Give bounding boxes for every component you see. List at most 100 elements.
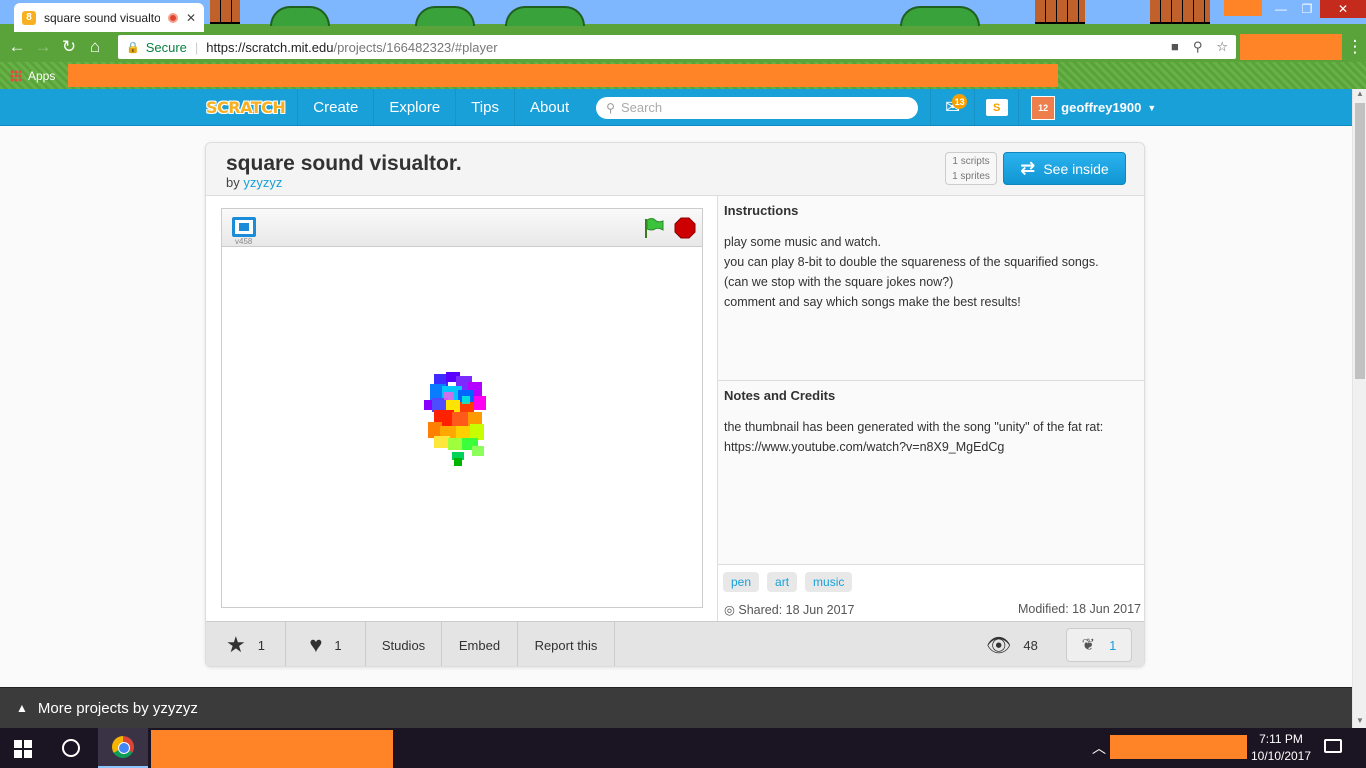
taskbar-chrome[interactable] — [98, 728, 148, 768]
green-flag-icon[interactable] — [642, 217, 664, 239]
menu-icon[interactable]: ⋮ — [1342, 34, 1366, 60]
see-inside-button[interactable]: ⇄ See inside — [1003, 152, 1126, 185]
scratch-logo[interactable]: SCRATCH — [200, 98, 297, 117]
chrome-icon — [112, 736, 134, 758]
my-stuff-button[interactable]: S — [974, 89, 1018, 126]
scroll-down-icon[interactable]: ▼ — [1353, 716, 1366, 728]
project-card: square sound visualtor. by yzyzyz 1 scri… — [205, 142, 1145, 667]
remix-tree-button[interactable]: ❦ 1 — [1066, 628, 1132, 662]
project-notes: Instructions play some music and watch. … — [717, 196, 1144, 621]
window-close-icon[interactable]: ✕ — [1320, 0, 1366, 18]
modified-date: Modified: 18 Jun 2017 — [1017, 602, 1141, 616]
user-menu[interactable]: 12 geoffrey1900 ▼ — [1018, 89, 1168, 126]
fullscreen-icon[interactable] — [232, 217, 256, 237]
tab-close-icon[interactable]: ✕ — [186, 11, 196, 25]
see-inside-label: See inside — [1043, 160, 1109, 177]
studios-button[interactable]: Studios — [366, 621, 442, 666]
scroll-thumb[interactable] — [1355, 103, 1365, 379]
folder-icon: S — [985, 99, 1008, 116]
secure-label: Secure — [145, 39, 187, 55]
address-bar-icons: ■ ⚲ ☆ — [1171, 39, 1228, 55]
url-separator: | — [194, 39, 199, 55]
star-icon: ★ — [226, 632, 246, 657]
url-text: https://scratch.mit.edu/projects/1664823… — [206, 39, 498, 55]
project-title: square sound visualtor. — [226, 152, 462, 175]
recording-icon — [167, 12, 178, 23]
username: geoffrey1900 — [1061, 100, 1142, 115]
apps-grid-icon — [10, 69, 22, 82]
avatar: 12 — [1031, 95, 1056, 120]
heart-icon: ♥ — [309, 632, 323, 657]
page-scrollbar[interactable]: ▲ ▼ — [1352, 89, 1366, 728]
decor-brick — [1150, 0, 1210, 24]
minimize-icon[interactable]: — — [1268, 0, 1294, 18]
player-version: v458 — [235, 237, 253, 246]
views-stat: 👁 48 — [986, 622, 1038, 666]
notes-credits-section: Notes and Credits the thumbnail has been… — [718, 381, 1144, 565]
cortana-icon[interactable] — [62, 739, 80, 757]
tree-icon: ❦ — [1081, 637, 1096, 654]
project-byline: by yzyzyz — [226, 175, 283, 190]
windows-start-icon[interactable] — [14, 740, 32, 758]
remix-count: 1 — [1109, 637, 1117, 653]
decor-hill — [415, 6, 475, 26]
decor-hill — [505, 6, 585, 26]
project-stats-bar: ★ 1 ♥ 1 Studios Embed Report this 👁 48 ❦… — [206, 621, 1144, 666]
nav-tips[interactable]: Tips — [455, 89, 514, 126]
favorite-button[interactable]: ★ 1 — [206, 621, 286, 666]
instructions-line: you can play 8-bit to double the squaren… — [724, 255, 1099, 269]
triangle-up-icon: ▲ — [16, 701, 28, 715]
messages-button[interactable]: ✉ 13 — [930, 89, 974, 126]
messages-badge: 13 — [952, 94, 968, 109]
search-placeholder: Search — [620, 100, 663, 115]
author-link[interactable]: yzyzyz — [243, 175, 282, 190]
love-count: 1 — [334, 637, 342, 653]
shared-date: ◎ Shared: 18 Jun 2017 — [724, 603, 855, 617]
nav-about[interactable]: About — [513, 89, 584, 126]
camera-icon[interactable]: ■ — [1171, 39, 1179, 55]
share-icon: ◎ — [724, 603, 739, 617]
more-projects-bar[interactable]: ▲ More projects by yzyzyz — [0, 687, 1352, 728]
project-header: square sound visualtor. by yzyzyz 1 scri… — [206, 143, 1144, 196]
address-bar[interactable]: 🔒 Secure | https://scratch.mit.edu/proje… — [118, 35, 1236, 59]
extension-icon[interactable]: ⚲ — [1193, 39, 1203, 55]
eye-icon: 👁 — [986, 635, 1012, 657]
report-button[interactable]: Report this — [518, 621, 615, 666]
redacted-block — [1240, 34, 1342, 60]
project-counts: 1 scripts 1 sprites — [945, 152, 997, 185]
window-controls: — ❐ ✕ — [1268, 0, 1366, 18]
tag-music[interactable]: music — [805, 572, 853, 592]
chevron-up-icon[interactable]: ︿ — [1092, 738, 1106, 758]
embed-button[interactable]: Embed — [442, 621, 518, 666]
scripts-count: 1 scripts — [952, 155, 990, 167]
decor-brick — [210, 0, 240, 24]
instructions-section: Instructions play some music and watch. … — [718, 196, 1144, 381]
lock-icon: 🔒 — [126, 41, 140, 54]
reload-icon[interactable]: ↻ — [56, 34, 82, 60]
browser-tab[interactable]: 8 square sound visualto ✕ — [14, 3, 204, 32]
project-stage[interactable] — [222, 247, 702, 607]
scroll-up-icon[interactable]: ▲ — [1353, 89, 1366, 101]
search-input[interactable]: ⚲ Search — [596, 96, 919, 119]
back-icon[interactable]: ← — [4, 34, 30, 60]
home-icon[interactable]: ⌂ — [82, 34, 108, 60]
apps-shortcut[interactable]: Apps — [10, 69, 55, 83]
restore-icon[interactable]: ❐ — [1294, 0, 1320, 18]
clock-date: 10/10/2017 — [1250, 749, 1312, 763]
redacted-block — [1110, 735, 1247, 759]
nav-explore[interactable]: Explore — [373, 89, 455, 126]
chevron-down-icon: ▼ — [1147, 102, 1157, 113]
bookmark-star-icon[interactable]: ☆ — [1216, 39, 1228, 55]
more-projects-label: More projects by yzyzyz — [37, 699, 198, 717]
notes-heading: Notes and Credits — [724, 388, 836, 403]
nav-create[interactable]: Create — [297, 89, 373, 126]
notes-link[interactable]: https://www.youtube.com/watch?v=n8X9_MgE… — [724, 437, 1141, 457]
stop-icon[interactable] — [674, 217, 696, 239]
forward-icon[interactable]: → — [30, 34, 56, 60]
taskbar-clock[interactable]: 7:11 PM 10/10/2017 — [1250, 731, 1312, 765]
notification-icon[interactable] — [1324, 739, 1342, 753]
love-button[interactable]: ♥ 1 — [286, 621, 366, 666]
instructions-line: play some music and watch. — [724, 235, 882, 249]
tag-art[interactable]: art — [767, 572, 798, 592]
tag-pen[interactable]: pen — [723, 572, 760, 592]
